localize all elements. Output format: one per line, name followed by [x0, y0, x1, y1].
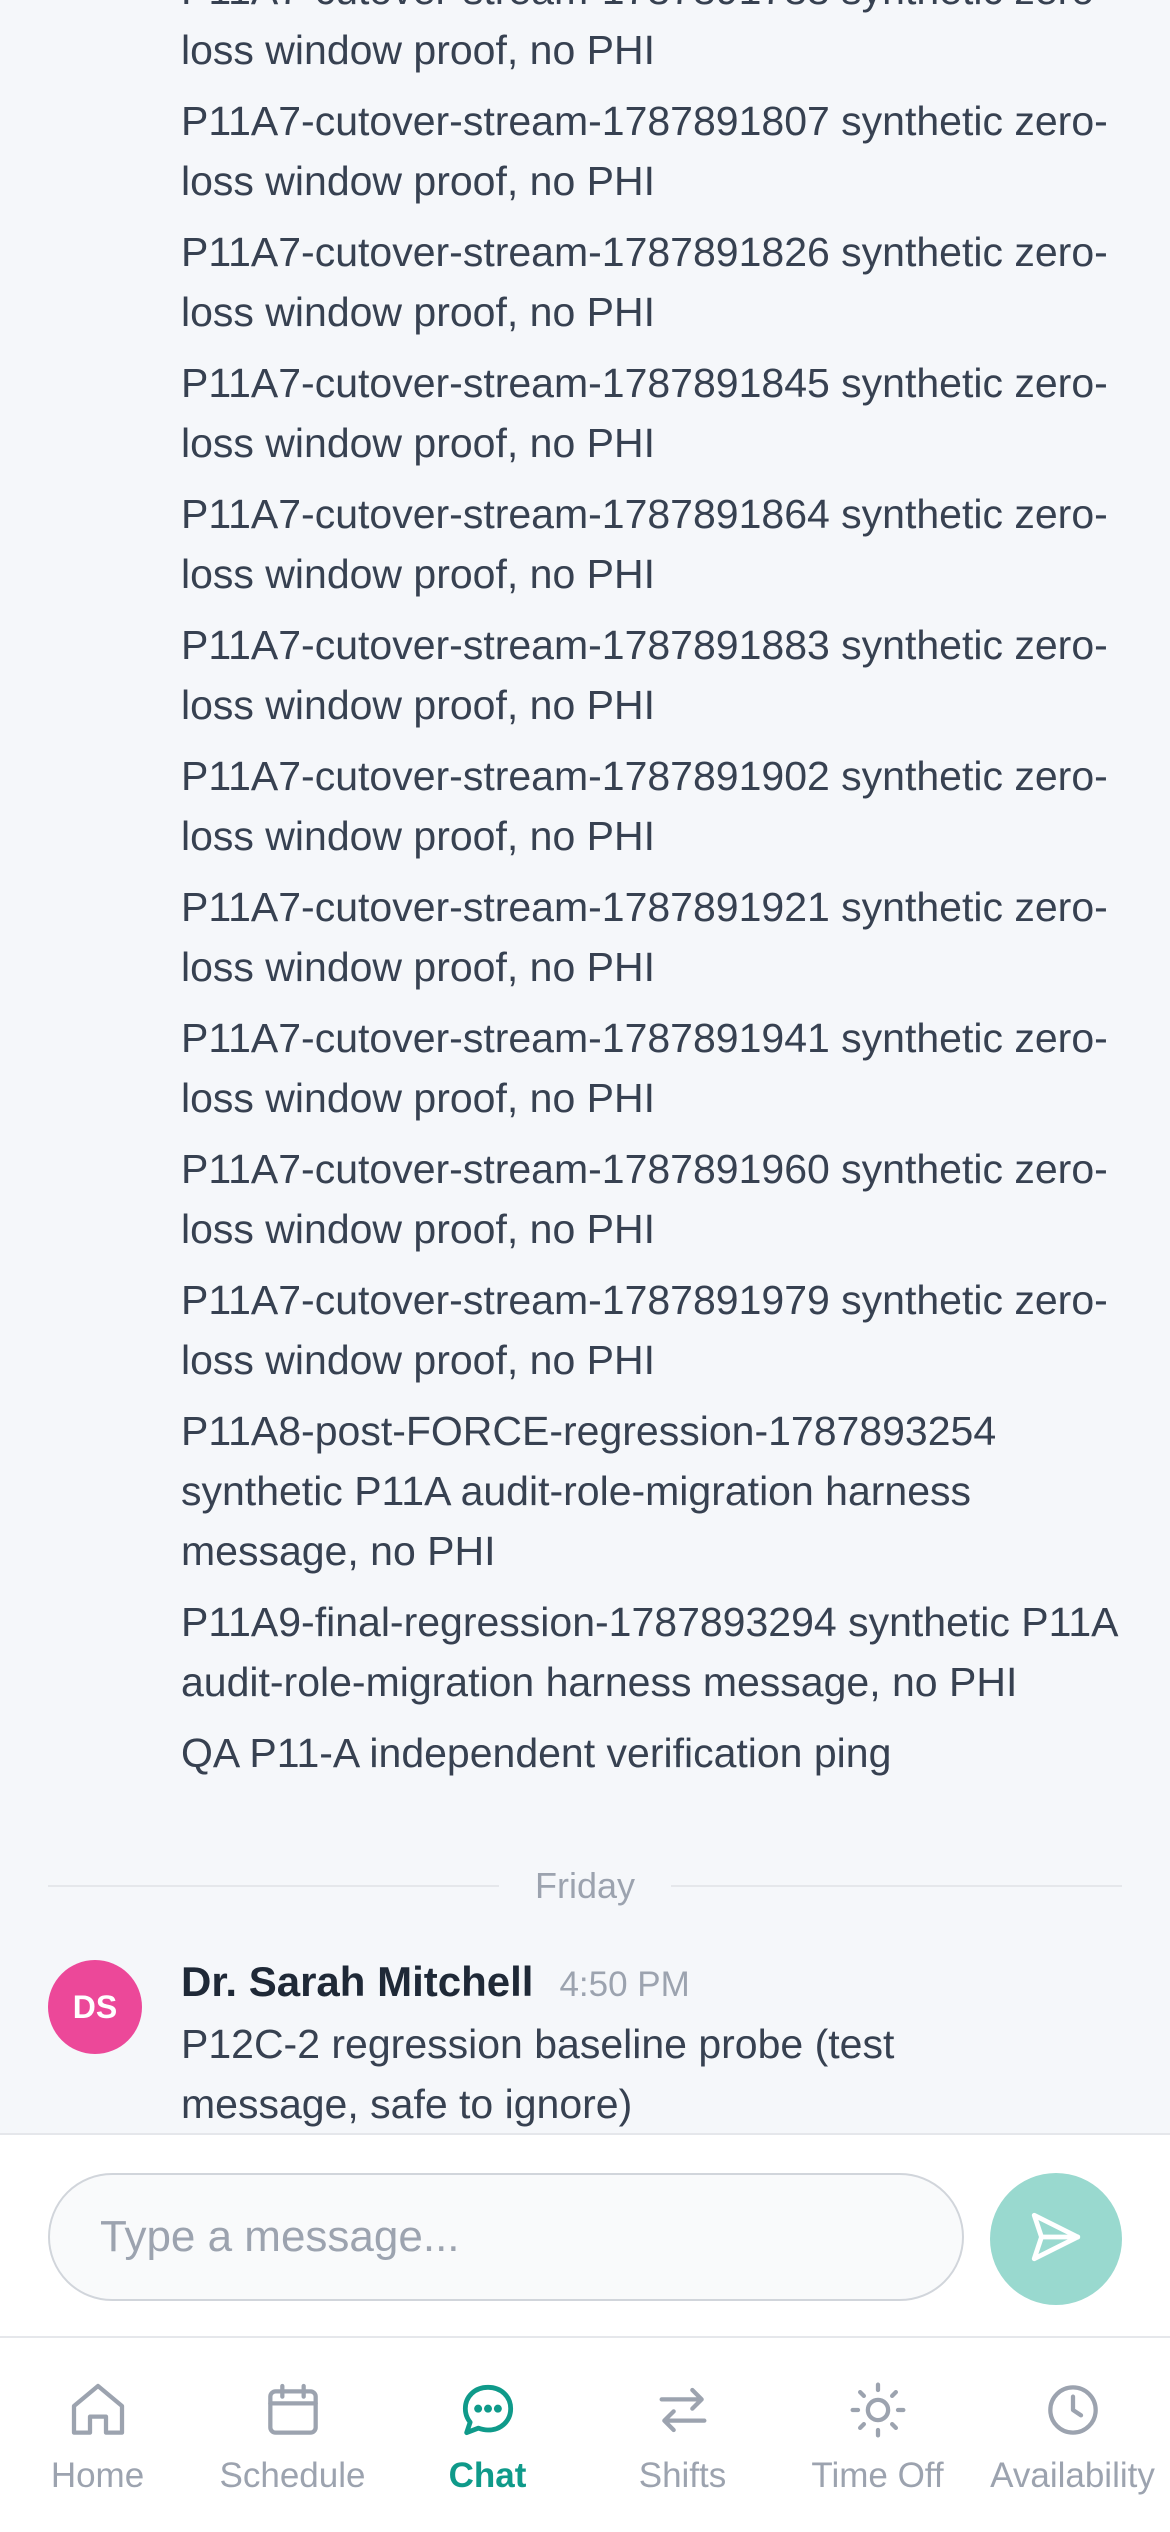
message-text: P11A7-cutover-stream-1787891941 syntheti…	[181, 1015, 1108, 1121]
message-text: P11A7-cutover-stream-1787891864 syntheti…	[181, 491, 1108, 597]
message-text: P11A7-cutover-stream-1787891788 syntheti…	[181, 0, 1108, 73]
tab-time-off[interactable]: Time Off	[780, 2338, 975, 2532]
day-divider: Friday	[48, 1860, 1122, 1912]
tab-shifts[interactable]: Shifts	[585, 2338, 780, 2532]
sun-icon	[846, 2374, 910, 2446]
message-text: P11A8-post-FORCE-regression-1787893254 s…	[181, 1408, 997, 1574]
day-divider-label: Friday	[534, 1865, 636, 1906]
tab-label: Availability	[990, 2456, 1155, 2495]
tab-label: Shifts	[638, 2456, 727, 2495]
tab-label: Time Off	[811, 2456, 944, 2495]
message-input[interactable]	[48, 2173, 964, 2301]
divider-line	[671, 1885, 1122, 1887]
message-text: P11A7-cutover-stream-1787891826 syntheti…	[181, 229, 1108, 335]
message-header: Dr. Sarah Mitchell 4:50 PM	[181, 1958, 690, 2006]
chat-icon	[456, 2374, 520, 2446]
message-text: P11A7-cutover-stream-1787891921 syntheti…	[181, 884, 1108, 990]
send-button[interactable]	[990, 2173, 1122, 2305]
tab-home[interactable]: Home	[0, 2338, 195, 2532]
calendar-icon	[261, 2374, 325, 2446]
avatar-initials: DS	[72, 1988, 118, 2025]
message-text: P11A7-cutover-stream-1787891883 syntheti…	[181, 622, 1108, 728]
author-name[interactable]: Dr. Sarah Mitchell	[181, 1958, 533, 2006]
tab-availability[interactable]: Availability	[975, 2338, 1170, 2532]
tab-label: Home	[50, 2456, 145, 2495]
home-icon	[66, 2374, 130, 2446]
bottom-tab-bar: Home Schedule Chat Shifts Time Off Avail…	[0, 2336, 1170, 2532]
tab-chat[interactable]: Chat	[390, 2338, 585, 2532]
message-text: P11A9-final-regression-1787893294 synthe…	[181, 1599, 1117, 1705]
clock-icon	[1041, 2374, 1105, 2446]
swap-icon	[651, 2374, 715, 2446]
message-text: P11A7-cutover-stream-1787891807 syntheti…	[181, 98, 1108, 204]
message-text: QA P11-A independent verification ping	[181, 1730, 892, 1776]
message-text: P11A7-cutover-stream-1787891845 syntheti…	[181, 360, 1108, 466]
message-text: P11A7-cutover-stream-1787891960 syntheti…	[181, 1146, 1108, 1252]
message-text: P11A7-cutover-stream-1787891902 syntheti…	[181, 753, 1108, 859]
message-list: P11A7-cutover-stream-1787891788 syntheti…	[181, 0, 1131, 1794]
send-icon	[1027, 2208, 1085, 2271]
message-composer	[0, 2133, 1170, 2336]
message-text: P12C-2 regression baseline probe (test m…	[181, 2021, 895, 2127]
avatar[interactable]: DS	[48, 1960, 142, 2054]
divider-line	[48, 1885, 499, 1887]
message-timestamp: 4:50 PM	[559, 1965, 690, 2004]
message-text: P11A7-cutover-stream-1787891979 syntheti…	[181, 1277, 1108, 1383]
tab-label: Schedule	[219, 2456, 366, 2495]
tab-schedule[interactable]: Schedule	[195, 2338, 390, 2532]
chat-feed[interactable]: P11A7-cutover-stream-1787891788 syntheti…	[0, 0, 1170, 2133]
tab-label: Chat	[448, 2456, 527, 2495]
